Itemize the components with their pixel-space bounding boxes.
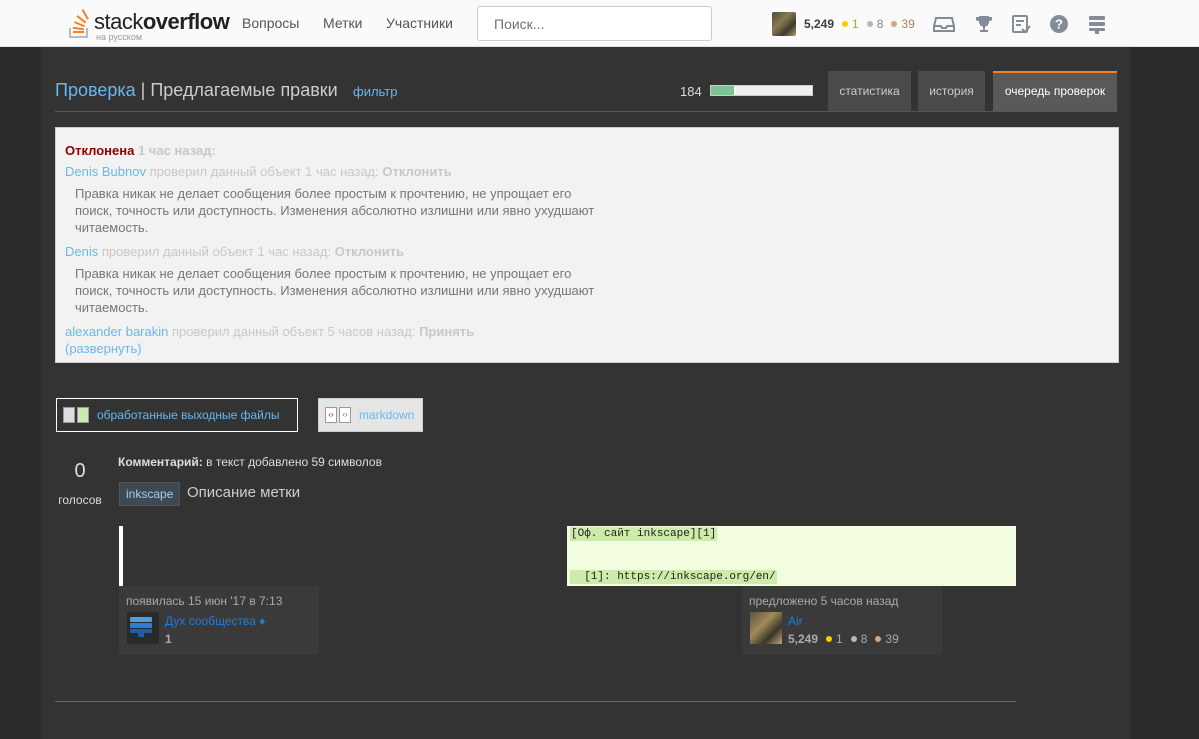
gold-badges: 1 — [842, 17, 859, 31]
reviewer-link[interactable]: Denis Bubnov — [65, 164, 146, 179]
queue-count: 184 — [680, 84, 702, 99]
diff-added-line: [Оф. сайт inkscape][1] — [570, 527, 718, 541]
reject-reason: Правка никак не делает сообщения более п… — [75, 266, 595, 315]
tab-review-queue[interactable]: очередь проверок — [993, 71, 1117, 111]
post-tag[interactable]: inkscape — [119, 482, 181, 506]
header-divider — [55, 111, 1117, 112]
status-badge: Отклонена — [65, 143, 135, 158]
reputation: 5,249 — [804, 17, 835, 31]
page-title: Проверка | Предлагаемые правки — [55, 80, 338, 101]
markdown-diff-icon: ‹› — [339, 407, 351, 423]
user-reputation: 5,249 1 8 39 — [788, 632, 899, 646]
bronze-badges: 39 — [891, 17, 915, 31]
review-entry: Denis проверил данный объект 1 час назад… — [65, 244, 405, 259]
stackoverflow-logo-icon — [69, 9, 89, 38]
reviewer-link[interactable]: Denis — [65, 244, 98, 259]
title-separator: | — [140, 80, 146, 100]
search-input[interactable] — [477, 6, 712, 41]
community-avatar[interactable] — [127, 612, 159, 644]
logo-subtitle: на русском — [96, 32, 143, 42]
review-entry: Denis Bubnov проверил данный объект 1 ча… — [65, 164, 452, 179]
rendered-output-toggle[interactable]: обработанные выходные файлы — [56, 398, 298, 432]
markdown-toggle[interactable]: ‹› ‹› markdown — [318, 398, 423, 432]
gold-badge-icon — [826, 636, 833, 642]
review-queues-icon[interactable] — [1010, 13, 1032, 35]
nav-users[interactable]: Участники — [386, 15, 453, 31]
user-link[interactable]: Дух сообщества ♦ — [165, 614, 265, 628]
achievements-icon[interactable] — [973, 13, 995, 35]
verdict: Принять — [419, 324, 475, 339]
user-card[interactable]: 5,249 1 8 39 — [772, 12, 915, 36]
bronze-badge-icon — [875, 636, 882, 642]
avatar[interactable] — [750, 612, 782, 644]
progress-fill — [711, 86, 737, 95]
proposed-body-diff: [Оф. сайт inkscape][1] [1]: https://inks… — [567, 526, 1016, 586]
review-result-box: Отклонена 1 час назад: Denis Bubnov пров… — [55, 127, 1119, 363]
markdown-diff-icon: ‹› — [325, 407, 337, 423]
review-status: Отклонена 1 час назад: — [65, 143, 216, 158]
original-body — [119, 526, 123, 586]
expand-link[interactable]: (развернуть) — [65, 341, 142, 356]
top-bar: stackoverflow на русском Вопросы Метки У… — [0, 0, 1199, 47]
original-signature: появилась 15 июн '17 в 7:13 Дух сообщест… — [119, 586, 319, 655]
vote-count: 0 голосов — [58, 460, 102, 507]
gold-badge-icon — [842, 21, 849, 27]
status-time: 1 час назад: — [137, 143, 216, 158]
filter-link[interactable]: фильтр — [353, 84, 397, 99]
silver-badges: 8 — [866, 17, 883, 31]
avatar[interactable] — [772, 12, 796, 36]
inbox-icon[interactable] — [933, 13, 955, 35]
reject-reason: Правка никак не делает сообщения более п… — [75, 186, 595, 235]
queue-title: Предлагаемые правки — [150, 80, 338, 100]
reputation: 1 — [165, 632, 172, 646]
silver-badge-icon — [866, 21, 873, 27]
help-icon[interactable]: ? — [1048, 13, 1070, 35]
proposed-signature: предложено 5 часов назад Air 5,249 1 8 3… — [742, 586, 942, 655]
silver-badge-icon — [850, 636, 857, 642]
bottom-divider — [55, 701, 1016, 702]
side-by-side-icon — [77, 407, 89, 423]
tag-wiki-title: Описание метки — [187, 484, 301, 501]
user-link[interactable]: Air — [788, 614, 803, 628]
nav-questions[interactable]: Вопросы — [242, 15, 299, 31]
verdict: Отклонить — [334, 244, 405, 259]
reviewer-link[interactable]: alexander barakin — [65, 324, 168, 339]
tab-stats[interactable]: статистика — [828, 71, 911, 111]
edit-comment: Комментарий: в текст добавлено 59 символ… — [118, 455, 382, 469]
queue-progress-bar — [710, 85, 813, 96]
diff-added-line: [1]: https://inkscape.org/en/ — [570, 570, 777, 584]
site-logo[interactable]: stackoverflow на русском — [66, 5, 230, 43]
nav-tags[interactable]: Метки — [323, 15, 363, 31]
review-entry: alexander barakin проверил данный объект… — [65, 324, 475, 339]
site-switcher-icon[interactable] — [1086, 13, 1108, 35]
svg-text:?: ? — [1055, 17, 1063, 32]
side-by-side-icon — [63, 407, 75, 423]
review-link[interactable]: Проверка — [55, 80, 136, 100]
tab-history[interactable]: история — [918, 71, 985, 111]
bronze-badge-icon — [891, 21, 898, 27]
verdict: Отклонить — [382, 164, 452, 179]
